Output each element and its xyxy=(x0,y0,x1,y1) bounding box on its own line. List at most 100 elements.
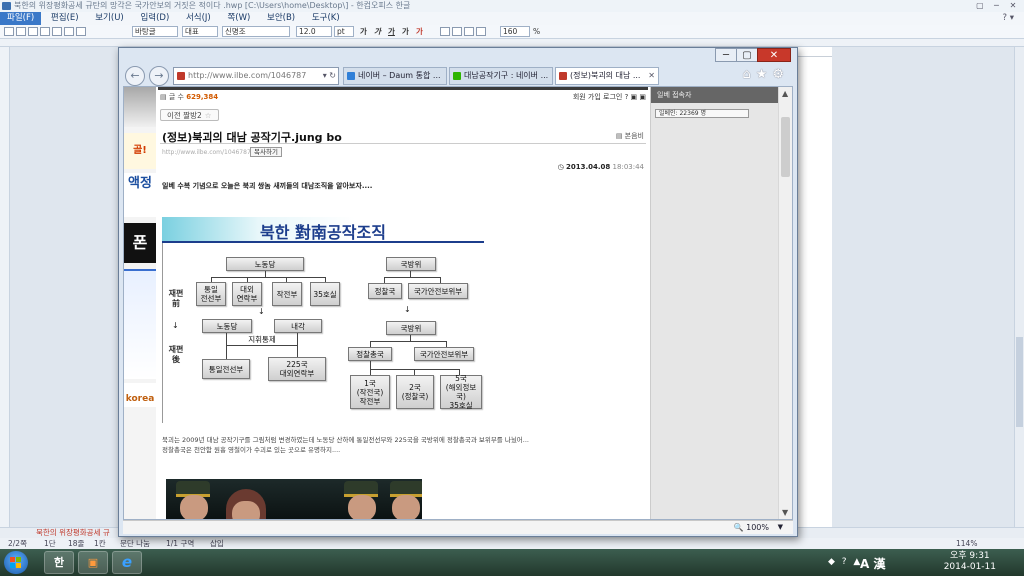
zoom-input[interactable]: 160 xyxy=(500,26,530,37)
menu-insert[interactable]: 입력(D) xyxy=(133,12,176,25)
zoom-dropdown-icon[interactable]: ▼ xyxy=(778,521,783,534)
site-favicon-icon xyxy=(177,72,185,80)
tab-daum-naver[interactable]: 네이버 – Daum 통합 ... xyxy=(343,67,447,85)
menu-view[interactable]: 보기(U) xyxy=(88,12,131,25)
status-line: 18줄 xyxy=(68,539,85,548)
status-zoom[interactable]: 114% xyxy=(956,538,977,549)
help-icon[interactable]: ? ▣ ▣ xyxy=(625,93,646,101)
menu-tools[interactable]: 도구(K) xyxy=(305,12,347,25)
post-count: ▤ 글 수 629,384 xyxy=(160,92,218,102)
ie-minimize-button[interactable]: ─ xyxy=(715,48,737,62)
hangul-app-icon xyxy=(2,2,11,10)
side-panel-header: 일베 접속자 xyxy=(651,87,779,103)
prev-post-button[interactable]: 이전 짤방2 ☆ xyxy=(160,109,219,121)
post-intro: 일베 수복 기념으로 오늘은 북괴 쌍놈 새끼들의 대남조직을 알아보자.... xyxy=(162,182,373,190)
status-section: 1단 xyxy=(44,539,56,548)
align-center-icon[interactable] xyxy=(452,27,462,36)
undo-icon[interactable] xyxy=(64,27,74,36)
document-scrollbar[interactable] xyxy=(1014,47,1024,527)
menu-file[interactable]: 파일(F) xyxy=(0,12,42,25)
summary-line-2: 정찰총국은 천안함 원흉 영철이가 수괴로 있는 곳으로 유명하지.... xyxy=(162,446,341,454)
font-color-button[interactable]: 가 xyxy=(416,26,423,38)
box-room-35: 35호실 xyxy=(310,282,340,306)
justify-icon[interactable] xyxy=(476,27,486,36)
hwp-restore-button[interactable]: ▢ xyxy=(973,0,987,12)
tab-label: 네이버 – Daum 통합 ... xyxy=(358,71,441,80)
back-button[interactable]: ← xyxy=(125,66,145,86)
bold-button[interactable]: 가 xyxy=(360,26,367,38)
web-page-viewport: 골! 액정 폰 korea ▤ 글 수 629,384 회원 가입 로그인 ? … xyxy=(123,86,793,520)
preview-icon[interactable] xyxy=(52,27,62,36)
forward-button[interactable]: → xyxy=(149,66,169,86)
tab-naver-search[interactable]: 대남공작기구 : 네이버 ... xyxy=(449,67,553,85)
taskbar-office-button[interactable]: ▣ xyxy=(78,551,108,574)
star-icon[interactable]: ☆ xyxy=(205,111,212,120)
scroll-up-icon[interactable]: ▲ xyxy=(782,89,788,98)
taskbar-hangul-button[interactable]: 한 xyxy=(44,551,74,574)
ad-banner[interactable]: 골! 액정 폰 korea xyxy=(124,87,156,519)
new-doc-icon[interactable] xyxy=(4,27,14,36)
ie-command-icons[interactable]: ⌂★⚙ xyxy=(742,67,789,82)
org-chart-image: 북한 對南공작조직 재편 前 ↓ 재편 後 노동당 통일 전선부 대외 연락부 … xyxy=(162,217,484,427)
status-page: 2/2쪽 xyxy=(8,539,27,548)
copy-url-button[interactable]: 복사하기 xyxy=(250,147,282,157)
box-party-before: 노동당 xyxy=(226,257,304,271)
hwp-minimize-button[interactable]: ─ xyxy=(989,0,1003,12)
hwp-close-button[interactable]: ✕ xyxy=(1006,0,1020,12)
menu-security[interactable]: 보안(B) xyxy=(260,12,302,25)
back-arrow-icon: ← xyxy=(130,69,140,82)
view-original-link[interactable]: ▤ 본음비 xyxy=(616,131,644,141)
strike-button[interactable]: 가 xyxy=(402,26,409,38)
box-bureau-2: 2국 (정찰국) xyxy=(396,375,434,409)
font-select[interactable]: 신명조 xyxy=(222,26,290,37)
ie-close-button[interactable]: ✕ xyxy=(757,48,791,62)
underline-button[interactable]: 가 xyxy=(388,26,395,38)
signup-login-links[interactable]: 회원 가입 로그인 xyxy=(573,93,623,101)
tray-icons[interactable]: ◆ ? ▲ xyxy=(828,557,862,567)
style-select[interactable]: 바탕글 xyxy=(132,26,178,37)
doc-icon: ▤ xyxy=(615,132,625,140)
taskbar-ie-button[interactable]: e xyxy=(112,551,142,574)
redo-icon[interactable] xyxy=(76,27,86,36)
tab-label: (정보)북괴의 대남 ... xyxy=(570,71,641,80)
ie-maximize-button[interactable]: ▢ xyxy=(736,48,758,62)
tab-ilbe-post[interactable]: (정보)북괴의 대남 ... ✕ xyxy=(555,67,659,85)
menu-edit[interactable]: 편집(E) xyxy=(44,12,86,25)
align-right-icon[interactable] xyxy=(464,27,474,36)
member-links[interactable]: 회원 가입 로그인 ? ▣ ▣ xyxy=(573,92,646,102)
menu-page[interactable]: 쪽(W) xyxy=(220,12,257,25)
help-menu[interactable]: ? ▾ xyxy=(1003,12,1014,25)
address-refresh-icon[interactable]: ▾ ↻ xyxy=(322,68,336,84)
ime-indicator[interactable]: A 漢 xyxy=(860,555,885,572)
italic-button[interactable]: 가 xyxy=(374,26,381,38)
align-left-icon[interactable] xyxy=(440,27,450,36)
address-bar[interactable]: http://www.ilbe.com/1046787 ▾ ↻ xyxy=(173,67,339,85)
post-url[interactable]: http://www.ilbe.com/1046787540 xyxy=(162,149,262,156)
system-tray: ◆ ? ▲ A 漢 오후 9:31 2014-01-11 xyxy=(824,549,1024,576)
font-size-input[interactable]: 12.0 xyxy=(296,26,332,37)
font-unit-select[interactable]: pt xyxy=(334,26,354,37)
status-insert-mode[interactable]: 삽입 xyxy=(210,538,224,549)
officials-photo xyxy=(166,479,422,519)
scroll-thumb[interactable] xyxy=(1016,337,1023,427)
language-select[interactable]: 대표 xyxy=(182,26,218,37)
box-unification-front-after: 통일전선부 xyxy=(202,359,250,379)
label-command-control: 지휘통제 xyxy=(248,335,276,344)
box-external-liaison: 대외 연락부 xyxy=(232,282,262,306)
post-date-value: 2013.04.08 xyxy=(566,163,611,171)
ie-zoom-level[interactable]: 🔍 100% xyxy=(734,521,769,534)
box-state-security: 국가안전보위부 xyxy=(408,283,468,299)
tab-close-icon[interactable]: ✕ xyxy=(646,68,655,84)
start-button[interactable] xyxy=(4,551,28,574)
page-scrollbar[interactable]: ▲ ▼ xyxy=(778,87,792,519)
open-icon[interactable] xyxy=(16,27,26,36)
address-url: http://www.ilbe.com/1046787 xyxy=(188,71,307,80)
save-icon[interactable] xyxy=(28,27,38,36)
scroll-down-icon[interactable]: ▼ xyxy=(782,508,788,517)
clock[interactable]: 오후 9:31 2014-01-11 xyxy=(944,551,996,573)
tab-label: 대남공작기구 : 네이버 ... xyxy=(464,71,549,80)
menu-format[interactable]: 서식(J) xyxy=(179,12,218,25)
post-count-value: 629,384 xyxy=(186,93,219,101)
print-icon[interactable] xyxy=(40,27,50,36)
page-scroll-thumb[interactable] xyxy=(781,117,790,177)
